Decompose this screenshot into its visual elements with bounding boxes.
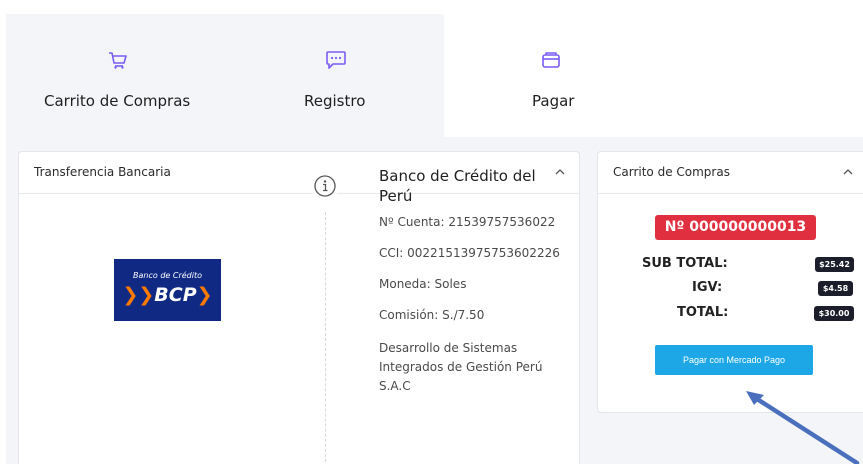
cart-card-header[interactable]: Carrito de Compras	[598, 152, 863, 194]
order-number-badge: Nº 000000000013	[655, 215, 816, 240]
step-pagar-label: Pagar	[532, 92, 575, 110]
cart-card-body: Nº 000000000013 SUB TOTAL: $25.42 IGV: $…	[598, 194, 863, 414]
transfer-card-title: Transferencia Bancaria	[34, 165, 171, 179]
igv-value: $4.58	[818, 281, 853, 296]
payment-area: Transferencia Bancaria Banco de Crédito …	[6, 137, 863, 464]
step-carrito[interactable]: Carrito de Compras	[6, 14, 218, 137]
account-holder: Desarrollo de Sistemas Integrados de Ges…	[379, 341, 543, 393]
cci-number: CCI: 00221513975753602226	[379, 246, 560, 260]
commission: Comisión: S./7.50	[379, 308, 485, 322]
currency: Moneda: Soles	[379, 277, 467, 291]
step-carrito-label: Carrito de Compras	[44, 92, 191, 110]
chat-icon	[326, 51, 346, 69]
step-registro[interactable]: Registro	[218, 14, 444, 137]
cart-icon	[109, 52, 127, 69]
wallet-icon	[542, 52, 560, 68]
info-icon	[313, 174, 337, 198]
total-value: $30.00	[814, 306, 854, 321]
timeline-line	[325, 212, 326, 464]
bcp-logo-small-text: Banco de Crédito	[133, 271, 202, 280]
cart-summary-card: Carrito de Compras Nº 000000000013 SUB T…	[597, 151, 863, 413]
total-label: TOTAL:	[677, 305, 729, 320]
step-registro-label: Registro	[304, 92, 366, 110]
pay-mercado-pago-button[interactable]: Pagar con Mercado Pago	[655, 345, 813, 375]
annotation-arrow	[746, 391, 860, 464]
step-pagar[interactable]: Pagar	[444, 14, 863, 137]
chevron-up-icon[interactable]	[554, 166, 566, 178]
bcp-logo-text: ❯❯BCP❯	[122, 284, 213, 306]
transfer-card: Transferencia Bancaria Banco de Crédito …	[18, 151, 580, 464]
account-number: Nº Cuenta: 21539757536022	[379, 215, 556, 229]
bank-name: Banco de Crédito del Perú	[379, 167, 536, 205]
cart-card-title: Carrito de Compras	[613, 165, 730, 179]
igv-label: IGV:	[692, 280, 723, 295]
bcp-logo: Banco de Crédito ❯❯BCP❯	[114, 259, 221, 321]
subtotal-label: SUB TOTAL:	[642, 256, 728, 271]
chevron-up-icon[interactable]	[842, 166, 854, 178]
subtotal-value: $25.42	[815, 257, 854, 272]
checkout-stepper: Carrito de Compras Registro Pagar	[6, 14, 863, 137]
